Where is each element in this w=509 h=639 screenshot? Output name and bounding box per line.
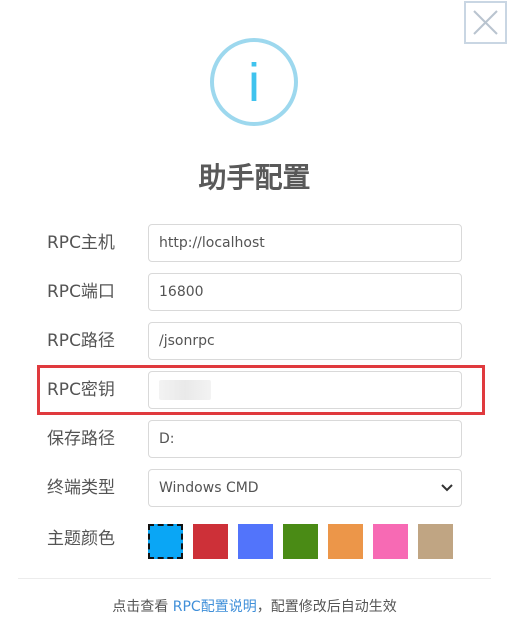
rpc-path-input[interactable] [148, 322, 462, 360]
footer-note: 点击查看 RPC配置说明，配置修改后自动生效 [0, 597, 509, 617]
theme-swatch-blue[interactable] [148, 524, 183, 559]
rpc-host-row: RPC主机 [0, 224, 509, 262]
footer-prefix: 点击查看 [112, 599, 173, 615]
rpc-port-row: RPC端口 [0, 273, 509, 311]
rpc-secret-input[interactable] [148, 371, 462, 409]
terminal-type-label: 终端类型 [47, 478, 115, 498]
rpc-port-label: RPC端口 [47, 282, 115, 302]
rpc-secret-label: RPC密钥 [47, 380, 115, 400]
theme-swatch-orange[interactable] [328, 524, 363, 559]
terminal-type-row: 终端类型 Windows CMD [0, 469, 509, 507]
save-path-row: 保存路径 [0, 420, 509, 458]
theme-swatch-periwinkle[interactable] [238, 524, 273, 559]
terminal-type-value: Windows CMD [159, 480, 259, 496]
theme-swatch-red[interactable] [193, 524, 228, 559]
blurred-secret-value [159, 380, 211, 400]
rpc-host-input[interactable] [148, 224, 462, 262]
terminal-type-select[interactable]: Windows CMD [148, 469, 462, 507]
config-dialog: i 助手配置 RPC主机 RPC端口 RPC路径 RPC密钥 保存路径 终端类型… [0, 0, 509, 639]
theme-color-label: 主题颜色 [47, 529, 115, 549]
info-icon: i [210, 38, 298, 126]
rpc-port-input[interactable] [148, 273, 462, 311]
theme-swatch-tan[interactable] [418, 524, 453, 559]
theme-swatch-pink[interactable] [373, 524, 408, 559]
close-button[interactable] [464, 1, 507, 44]
save-path-input[interactable] [148, 420, 462, 458]
rpc-path-row: RPC路径 [0, 322, 509, 360]
save-path-label: 保存路径 [47, 429, 115, 449]
dialog-title: 助手配置 [198, 161, 311, 194]
chevron-down-icon [441, 484, 453, 492]
rpc-host-label: RPC主机 [47, 233, 115, 253]
theme-swatch-green[interactable] [283, 524, 318, 559]
rpc-secret-row: RPC密钥 [0, 371, 509, 409]
divider [18, 578, 491, 579]
close-x-icon [473, 10, 498, 35]
rpc-help-link[interactable]: RPC配置说明 [173, 599, 257, 615]
rpc-path-label: RPC路径 [47, 331, 115, 351]
footer-suffix: ，配置修改后自动生效 [256, 599, 397, 615]
info-glyph: i [248, 53, 260, 113]
